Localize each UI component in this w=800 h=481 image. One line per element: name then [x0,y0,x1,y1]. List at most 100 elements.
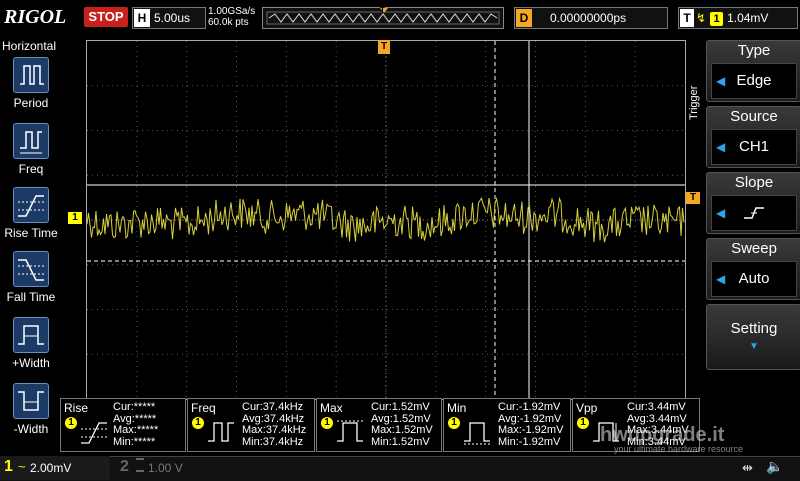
trigger-position-marker[interactable]: T [378,40,390,54]
measurement-max[interactable]: Max 1 Cur:1.52mV Avg:1.52mV Max:1.52mV Min:… [316,398,442,452]
trigger-slope-button[interactable]: Slope ◀ [706,172,800,234]
down-arrow-icon: ▼ [749,341,759,352]
speaker-mute-icon[interactable]: 🔈 [766,458,783,475]
brand-logo: RIGOL [4,6,67,28]
source-heading: Source [730,108,778,125]
channel-badge: 1 [448,417,460,429]
trigger-type-button[interactable]: Type ◀ Edge [706,40,800,102]
min-icon [464,422,490,445]
channel-badge: 1 [577,417,589,429]
meas-cur: Cur:3.44mV [627,401,686,413]
dc-coupling-icon [136,458,144,472]
trigger-edge-icon: ↯ [696,11,707,25]
measure-fall-time-button[interactable]: Fall Time [2,251,60,304]
pos-width-icon [13,317,49,353]
measure-pos-width-button[interactable]: +Width [2,317,60,370]
sweep-heading: Sweep [731,240,777,257]
timebase-value: 5.00us [154,11,191,25]
memory-depth: 60.0k pts [208,17,249,28]
meas-max: Max:37.4kHz [242,424,307,436]
period-icon [13,57,49,93]
slope-heading: Slope [734,174,774,191]
trigger-status-display[interactable]: T ↯ 1 1.04mV [678,7,798,29]
acquisition-info: 1.00GSa/s 60.0k pts [208,6,255,28]
menu-title: Horizontal [2,39,57,53]
measure-neg-width-button[interactable]: -Width [2,383,60,436]
left-arrow-icon: ◀ [716,74,726,88]
neg-width-icon [13,383,49,419]
left-arrow-icon: ◀ [716,140,726,154]
measurement-name: Rise [64,401,89,415]
meas-max: Max:1.52mV [371,424,433,436]
delay-value: 0.00000000ps [550,11,627,25]
measure-menu: Horizontal Period Freq Rise Time Fall Ti… [0,37,62,457]
meas-max: Max:-1.92mV [498,424,564,436]
measure-freq-button[interactable]: Freq [2,123,60,176]
meas-max: Max:***** [113,424,159,436]
ch1-offset-marker[interactable]: 1 [68,212,82,224]
meas-cur: Cur:37.4kHz [242,401,304,413]
setting-heading: Setting [730,320,778,337]
pos-width-label: +Width [12,356,50,370]
fall-time-icon [13,251,49,287]
trigger-channel-badge: 1 [710,12,724,26]
type-value: Edge [736,72,772,89]
rise-time-label: Rise Time [4,226,58,240]
trigger-sweep-button[interactable]: Sweep ◀ Auto [706,238,800,300]
timebase-display[interactable]: H 5.00us [132,7,206,29]
run-stop-button[interactable]: STOP [84,7,128,27]
meas-min: Min:1.52mV [371,435,430,448]
freq-icon [208,422,234,442]
meas-cur: Cur:1.52mV [371,401,430,413]
delay-label: D [516,9,532,27]
ch2-scale: 1.00 V [148,461,183,475]
rise-time-icon [81,422,107,444]
trigger-level-marker[interactable]: T [686,192,700,204]
meas-cur: Cur:***** [113,401,156,413]
measure-rise-time-button[interactable]: Rise Time [2,187,60,240]
ch1-waveform-trace [86,196,685,243]
measure-period-button[interactable]: Period [2,57,60,110]
meas-min: Min:***** [113,435,156,448]
meas-min: Min:-1.92mV [498,435,561,448]
left-arrow-icon: ◀ [716,272,726,286]
meas-min: Min:37.4kHz [242,435,304,448]
sample-rate: 1.00GSa/s [208,6,256,17]
freq-icon [13,123,49,159]
freq-label: Freq [18,162,44,176]
measurement-name: Freq [191,401,216,415]
meas-cur: Cur:-1.92mV [498,401,561,413]
ch1-scale: 2.00mV [30,461,72,475]
watermark-subtext: your ultimate hardware resource [614,444,744,454]
trigger-menu-tab[interactable]: Trigger [688,60,706,120]
max-icon [337,420,363,442]
memory-overview-strip[interactable]: T [262,6,504,29]
rise-time-icon [13,187,49,223]
measurement-name: Max [320,401,343,415]
neg-width-label: -Width [13,422,49,436]
trigger-setting-button[interactable]: Setting ▼ [706,304,800,370]
measurement-name: Vpp [576,401,598,415]
trigger-source-button[interactable]: Source ◀ CH1 [706,106,800,168]
measurement-name: Min [447,401,467,415]
left-arrow-icon: ◀ [716,206,726,220]
timebase-label: H [134,9,150,27]
period-label: Period [13,96,49,110]
delay-display[interactable]: D 0.00000000ps [514,7,668,29]
channel-badge: 1 [65,417,77,429]
type-heading: Type [737,42,771,59]
ac-coupling-icon: ~ [18,459,26,474]
waveform-display[interactable] [86,40,686,400]
measurement-rise[interactable]: Rise 1 Cur:***** Avg:***** Max:***** Min:**… [60,398,186,452]
channel-badge: 1 [321,417,333,429]
measurement-min[interactable]: Min 1 Cur:-1.92mV Avg:-1.92mV Max:-1.92mV M… [443,398,571,452]
source-value: CH1 [738,138,769,155]
fall-time-label: Fall Time [6,290,56,304]
channel-badge: 1 [192,417,204,429]
rising-edge-icon [744,207,764,219]
trigger-level-value: 1.04mV [727,11,769,25]
measurement-freq[interactable]: Freq 1 Cur:37.4kHz Avg:37.4kHz Max:37.4kHz… [187,398,315,452]
ch2-number[interactable]: 2 [120,458,129,476]
trigger-label: T [680,9,694,27]
sweep-value: Auto [738,270,770,287]
